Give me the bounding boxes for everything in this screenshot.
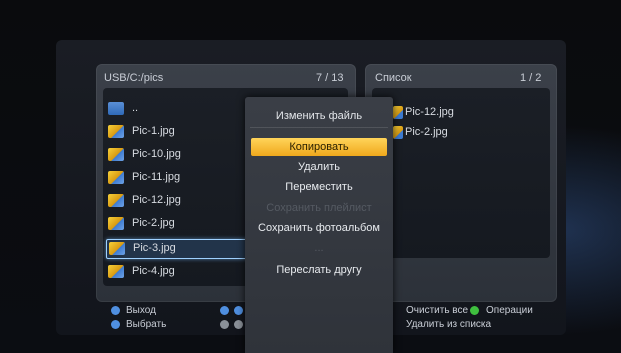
list-item[interactable]: Pic-11.jpg [108,169,258,187]
playlist-item[interactable]: Pic-2.jpg [393,124,533,140]
menu-item-send-to-friend[interactable]: Переслать другу [250,264,388,276]
select-label[interactable]: Выбрать [126,319,166,330]
right-arrow-icon [234,306,243,315]
menu-item-save-playlist: Сохранить плейлист [266,202,372,214]
select-button-icon [111,320,120,329]
playlist-page-indicator: 1 / 2 [520,72,542,84]
list-item-label: .. [132,102,139,114]
list-item-label: Pic-4.jpg [132,265,175,277]
menu-item-disabled: ... [314,242,324,254]
menu-item-copy[interactable]: Копировать [251,138,387,156]
list-item[interactable]: Pic-10.jpg [108,146,258,164]
page-down-icon [234,320,243,329]
page-indicator: 7 / 13 [316,72,344,84]
page-up-icon [220,320,229,329]
list-item[interactable]: Pic-2.jpg [108,215,258,233]
remove-from-list-label[interactable]: Удалить из списка [406,319,491,330]
list-item[interactable]: Pic-1.jpg [108,123,258,141]
playlist-title: Список [375,72,412,84]
green-button-icon [470,306,479,315]
folder-icon [108,102,124,115]
list-item-label: Pic-1.jpg [132,125,175,137]
image-file-icon [108,194,124,207]
image-file-icon [108,148,124,161]
image-file-icon [393,106,403,119]
exit-label[interactable]: Выход [126,305,156,316]
list-item-parent-folder[interactable]: .. [108,100,258,118]
image-file-icon [108,265,124,278]
menu-item-move[interactable]: Переместить [250,181,388,193]
menu-divider [250,127,388,128]
current-path: USB/C:/pics [104,72,164,84]
playlist-item-label: Pic-2.jpg [405,126,448,138]
context-menu-title: Изменить файль [275,110,363,122]
image-file-icon [109,242,125,255]
list-item-label: Pic-10.jpg [132,148,181,160]
clear-all-label[interactable]: Очистить все [406,305,468,316]
image-file-icon [108,125,124,138]
list-item-label: Pic-11.jpg [132,171,181,183]
operations-label[interactable]: Операции [486,305,533,316]
list-item-label: Pic-3.jpg [133,242,176,254]
menu-item-delete[interactable]: Удалить [250,161,388,173]
exit-button-icon [111,306,120,315]
media-browser-screen: USB/C:/pics 7 / 13 .. Pic-1.jpg Pic-10.j… [0,0,621,353]
list-item-label: Pic-12.jpg [132,194,181,206]
list-item-label: Pic-2.jpg [132,217,175,229]
list-item-selected[interactable]: Pic-3.jpg [106,239,254,259]
image-file-icon [393,126,403,139]
list-item[interactable]: Pic-12.jpg [108,192,258,210]
list-item[interactable]: Pic-4.jpg [108,263,258,281]
image-file-icon [108,171,124,184]
playlist-item[interactable]: Pic-12.jpg [393,104,533,120]
image-file-icon [108,217,124,230]
playlist-item-label: Pic-12.jpg [405,106,454,118]
menu-item-save-photo-album[interactable]: Сохранить фотоальбом [250,222,388,234]
left-arrow-icon [220,306,229,315]
